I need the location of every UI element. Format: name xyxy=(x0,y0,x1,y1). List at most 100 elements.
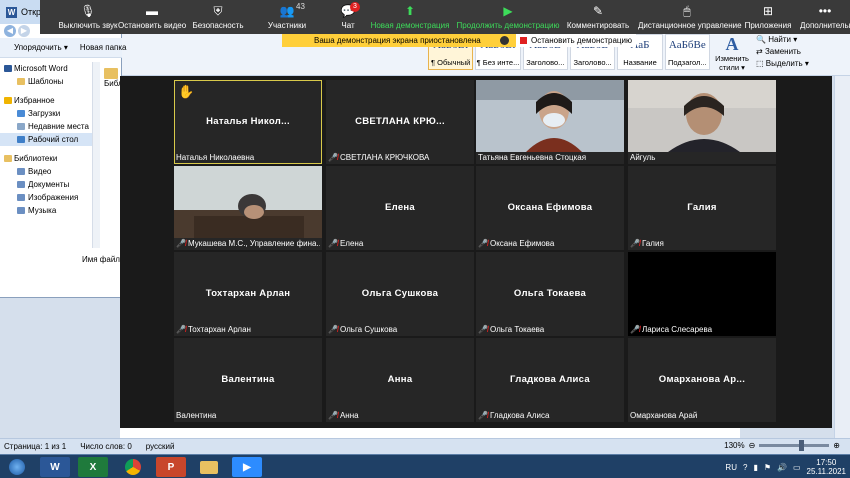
participant-name-bar: 🎤̸ Галия xyxy=(630,237,774,249)
folder-icon xyxy=(17,207,25,214)
nav-item[interactable]: Недавние места xyxy=(0,120,100,133)
zoom-out-icon[interactable]: ⊖ xyxy=(749,441,756,450)
start-button[interactable] xyxy=(4,457,30,477)
word-vertical-scrollbar[interactable] xyxy=(834,76,850,438)
participant-tile[interactable]: ✋ Наталья Никол... Наталья Николаевна xyxy=(174,80,322,164)
organize-button[interactable]: Упорядочить ▾ xyxy=(14,43,68,52)
new-folder-button[interactable]: Новая папка xyxy=(80,43,127,52)
muted-microphone-icon: 🎤̸ xyxy=(328,238,338,248)
participant-tile[interactable]: Ольга Сушкова 🎤̸ Ольга Сушкова xyxy=(326,252,474,336)
status-word-count[interactable]: Число слов: 0 xyxy=(80,442,132,451)
participant-name-bar: Айгуль xyxy=(630,151,774,163)
taskbar-explorer[interactable] xyxy=(194,457,224,477)
nav-item[interactable]: Документы xyxy=(0,178,100,191)
participant-video xyxy=(476,80,624,152)
more-button[interactable]: ••• Дополнительно xyxy=(800,0,850,34)
nav-item[interactable]: Библиотеки xyxy=(0,152,100,165)
forward-icon[interactable]: ▶ xyxy=(18,25,30,37)
participant-tile[interactable]: Омарханова Ар... Омарханова Арай xyxy=(628,338,776,422)
nav-item-label: Изображения xyxy=(28,193,79,202)
taskbar-word[interactable]: W xyxy=(40,457,70,477)
participant-display-name: Омарханова Ар... xyxy=(658,374,746,385)
clock[interactable]: 17:50 25.11.2021 xyxy=(807,458,846,476)
participant-tile[interactable]: Гладкова Алиса 🎤̸ Гладкова Алиса xyxy=(476,338,624,422)
volume-icon[interactable]: 🔊 xyxy=(777,463,787,472)
replace-button[interactable]: ⇄ Заменить xyxy=(756,46,850,58)
taskbar-powerpoint[interactable]: P xyxy=(156,457,186,477)
participant-name: Анна xyxy=(339,410,359,420)
security-button[interactable]: ⛨ Безопасность xyxy=(190,0,246,34)
participant-tile[interactable]: Оксана Ефимова 🎤̸ Оксана Ефимова xyxy=(476,166,624,250)
network-icon[interactable]: ▮ xyxy=(753,463,757,472)
participant-display-name: СВЕТЛАНА КРЮ... xyxy=(355,116,445,127)
participant-name: Гладкова Алиса xyxy=(489,410,550,420)
status-language[interactable]: русский xyxy=(146,442,175,451)
nav-item[interactable]: Шаблоны xyxy=(0,75,100,88)
back-icon[interactable]: ◀ xyxy=(4,25,16,37)
participant-tile[interactable]: 🎤̸ Лариса Слесарева xyxy=(628,252,776,336)
apps-button[interactable]: ⊞ Приложения xyxy=(742,0,794,34)
nav-item[interactable]: Рабочий стол xyxy=(0,133,100,146)
folder-icon xyxy=(4,65,12,72)
nav-item[interactable]: Microsoft Word xyxy=(0,62,100,75)
help-icon[interactable]: ? xyxy=(743,463,747,472)
participant-tile[interactable]: Анна 🎤̸ Анна xyxy=(326,338,474,422)
annotate-button[interactable]: ✎ Комментировать xyxy=(566,0,630,34)
style-item[interactable]: АаБбВе Подзагол... xyxy=(664,34,710,70)
nav-item[interactable]: Загрузки xyxy=(0,107,100,120)
nav-item-label: Видео xyxy=(28,167,52,176)
participant-tile[interactable]: 🎤̸ Мукашева М.С., Управление фина... xyxy=(174,166,322,250)
zoom-level[interactable]: 130% xyxy=(724,441,744,450)
language-indicator[interactable]: RU xyxy=(725,463,737,472)
folder-icon xyxy=(17,194,25,201)
participant-display-name: Тохтархан Арлан xyxy=(205,288,291,299)
taskbar-zoom[interactable]: ▶ xyxy=(232,457,262,477)
participants-count: 43 xyxy=(296,2,305,11)
find-button[interactable]: 🔍 Найти ▾ xyxy=(756,34,850,46)
nav-item[interactable]: Музыка xyxy=(0,204,100,217)
participant-tile[interactable]: Айгуль xyxy=(628,80,776,164)
nav-item-label: Недавние места xyxy=(28,122,89,131)
stop-video-button[interactable]: ▬ Остановить видео xyxy=(118,0,186,34)
participant-tile[interactable]: Елена 🎤̸ Елена xyxy=(326,166,474,250)
folder-icon xyxy=(17,123,25,130)
participant-tile[interactable]: СВЕТЛАНА КРЮ... 🎤̸ СВЕТЛАНА КРЮЧКОВА xyxy=(326,80,474,164)
remote-control-button[interactable]: 🖱 Дистанционное управление xyxy=(638,0,742,34)
play-icon: ▶ xyxy=(503,4,513,18)
zoom-slider-thumb[interactable] xyxy=(799,440,805,451)
participant-tile[interactable]: Татьяна Евгеньевна Стоцкая xyxy=(476,80,624,164)
participant-tile[interactable]: Ольга Токаева 🎤̸ Ольга Токаева xyxy=(476,252,624,336)
participant-name-bar: 🎤̸ Елена xyxy=(328,237,472,249)
chrome-icon xyxy=(125,459,141,475)
resume-share-button[interactable]: ▶ Продолжить демонстрацию xyxy=(456,0,560,34)
nav-item[interactable]: Видео xyxy=(0,165,100,178)
participant-name-bar: 🎤̸ Гладкова Алиса xyxy=(478,409,622,421)
participant-name-bar: 🎤̸ Лариса Слесарева xyxy=(630,323,774,335)
select-button[interactable]: ⬚ Выделить ▾ xyxy=(756,58,850,70)
nav-item[interactable]: Избранное xyxy=(0,94,100,107)
participant-tile[interactable]: Галия 🎤̸ Галия xyxy=(628,166,776,250)
taskbar-excel[interactable]: X xyxy=(78,457,108,477)
participant-display-name: Анна xyxy=(387,374,413,385)
muted-microphone-icon: 🎤̸ xyxy=(328,410,338,420)
stop-share-button[interactable]: Остановить демонстрацию xyxy=(516,34,636,47)
battery-icon[interactable]: ▭ xyxy=(793,463,801,472)
nav-item[interactable]: Изображения xyxy=(0,191,100,204)
participant-tile[interactable]: Тохтархан Арлан 🎤̸ Тохтархан Арлан xyxy=(174,252,322,336)
style-name: ¶ Обычный xyxy=(431,58,471,67)
participant-name-bar: Омарханова Арай xyxy=(630,409,774,421)
status-page[interactable]: Страница: 1 из 1 xyxy=(4,442,66,451)
zoom-slider[interactable] xyxy=(759,440,830,451)
change-styles-button[interactable]: A Изменить стили ▾ xyxy=(712,34,752,72)
flag-icon[interactable]: ⚑ xyxy=(764,463,771,472)
taskbar-chrome[interactable] xyxy=(118,457,148,477)
style-name: Заголово... xyxy=(526,58,565,67)
participant-tile[interactable]: Валентина Валентина xyxy=(174,338,322,422)
mute-button[interactable]: 🎙 Выключить звук xyxy=(50,0,126,34)
zoom-in-icon[interactable]: ⊕ xyxy=(833,441,840,450)
dialog-toolbar: Упорядочить ▾ Новая папка xyxy=(0,38,126,58)
new-share-button[interactable]: ⬆ Новая демонстрация xyxy=(370,0,450,34)
navigation-scrollbar[interactable] xyxy=(92,62,100,248)
style-sample: АаБбВе xyxy=(668,39,706,51)
more-label: Дополнительно xyxy=(800,21,850,30)
